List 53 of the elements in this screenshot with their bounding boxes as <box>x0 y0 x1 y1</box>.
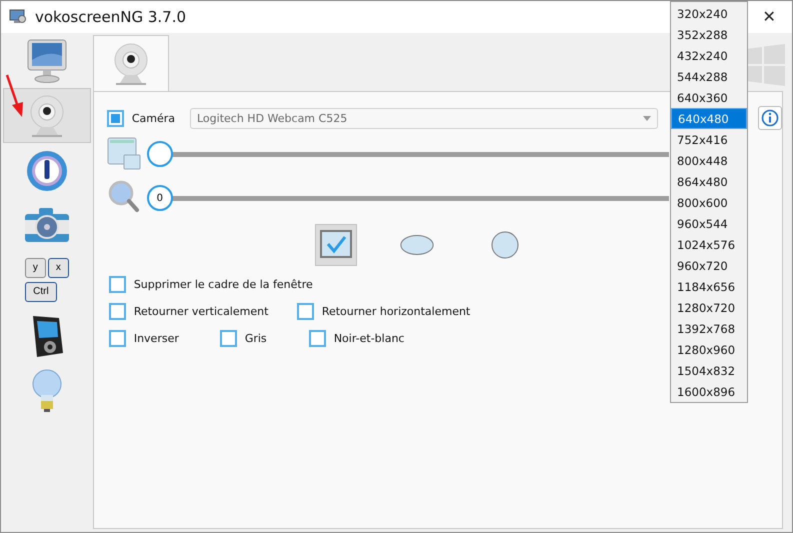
resolution-option[interactable]: 864x480 <box>671 171 747 192</box>
webcam-tab[interactable] <box>92 35 169 91</box>
slider-thumb[interactable]: 0 <box>146 185 173 211</box>
resolution-option[interactable]: 752x416 <box>671 129 747 150</box>
checkbox[interactable] <box>296 303 314 320</box>
resolution-option[interactable]: 352x288 <box>671 24 747 45</box>
checkbox-label: Noir-et-blanc <box>334 332 404 345</box>
key-cap: x <box>48 258 69 278</box>
checkbox[interactable] <box>308 330 326 347</box>
checkbox[interactable] <box>220 330 237 347</box>
info-icon <box>761 109 779 127</box>
dropdown-value: Logitech HD Webcam C525 <box>197 112 348 124</box>
resolution-option[interactable]: 800x600 <box>671 192 747 213</box>
checkbox-label: Gris <box>244 332 267 345</box>
key-cap: Ctrl <box>24 282 57 302</box>
resolution-option[interactable]: 800x448 <box>671 150 747 171</box>
arrow-annotation <box>4 73 26 119</box>
resolution-option[interactable]: 1504x832 <box>671 360 747 381</box>
app-icon <box>9 9 27 25</box>
slider-thumb[interactable] <box>146 141 173 167</box>
square-shape-button[interactable] <box>314 224 357 266</box>
resolution-option[interactable]: 1024x576 <box>671 234 747 255</box>
sidebar-item[interactable]: y x Ctrl <box>3 253 91 308</box>
resolution-option[interactable]: 1184x656 <box>671 276 747 297</box>
close-button[interactable]: ✕ <box>746 1 792 33</box>
resolution-option[interactable]: 1600x896 <box>671 381 747 402</box>
window-icon <box>106 137 141 171</box>
info-button[interactable] <box>758 106 782 130</box>
checkbox[interactable] <box>108 330 126 347</box>
resolution-option[interactable]: 1280x960 <box>671 339 747 360</box>
window-title: vokoscreenNG 3.7.0 <box>35 8 186 26</box>
checkbox-label: Retourner verticalement <box>134 305 268 318</box>
camera-dropdown[interactable]: Logitech HD Webcam C525 <box>190 108 658 128</box>
checkbox[interactable] <box>106 110 124 126</box>
checkbox[interactable] <box>108 303 126 320</box>
checkbox[interactable] <box>108 276 126 293</box>
checkbox-label: Inverser <box>134 332 179 345</box>
slider[interactable]: 0 <box>146 185 669 211</box>
resolution-option[interactable]: 544x288 <box>671 66 747 87</box>
checkbox-label: Caméra <box>132 112 175 124</box>
resolution-option[interactable]: 432x240 <box>671 45 747 66</box>
key-cap: y <box>24 258 46 278</box>
resolution-option[interactable]: 640x360 <box>671 87 747 108</box>
slider[interactable] <box>146 141 669 167</box>
checkbox-label: Retourner horizontalement <box>322 305 470 318</box>
resolution-option[interactable]: 1392x768 <box>671 318 747 339</box>
checkbox-label: Supprimer le cadre de la fenêtre <box>134 278 313 291</box>
resolution-option[interactable]: 960x544 <box>671 213 747 234</box>
resolution-option[interactable]: 640x480 <box>671 108 747 129</box>
four-pane-icon <box>745 44 785 86</box>
resolution-option[interactable]: 320x240 <box>671 3 747 24</box>
resolution-option[interactable]: 1280x720 <box>671 297 747 318</box>
resolution-option[interactable]: 960x720 <box>671 255 747 276</box>
